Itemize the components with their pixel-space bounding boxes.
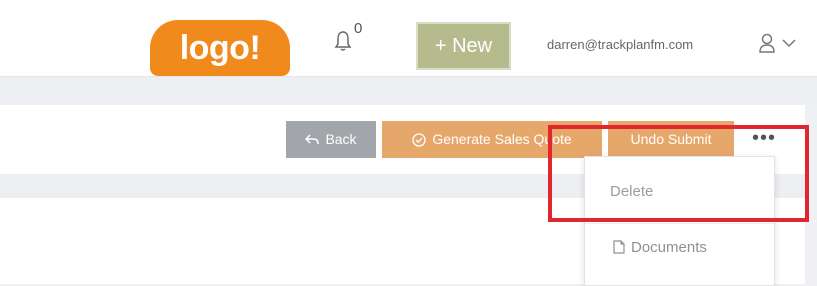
chevron-down-icon[interactable] <box>782 39 796 48</box>
documents-label: Documents <box>631 239 707 256</box>
notification-count: 0 <box>354 20 363 37</box>
back-button[interactable]: Back <box>286 121 376 158</box>
logo[interactable]: logo! <box>150 20 290 76</box>
dropdown-item-documents[interactable]: Documents <box>585 239 802 256</box>
new-button[interactable]: + New <box>416 22 511 70</box>
top-header: logo! 0 + New darren@trackplanfm.com <box>0 0 817 77</box>
back-button-label: Back <box>325 131 357 147</box>
dropdown-separator <box>585 223 774 224</box>
highlight-box <box>548 125 809 222</box>
header-band <box>0 77 817 104</box>
bell-icon[interactable] <box>333 29 353 53</box>
document-icon <box>613 240 625 254</box>
user-email[interactable]: darren@trackplanfm.com <box>547 37 693 52</box>
back-arrow-icon <box>305 134 320 145</box>
user-icon[interactable] <box>758 33 776 53</box>
check-circle-icon <box>412 133 426 147</box>
